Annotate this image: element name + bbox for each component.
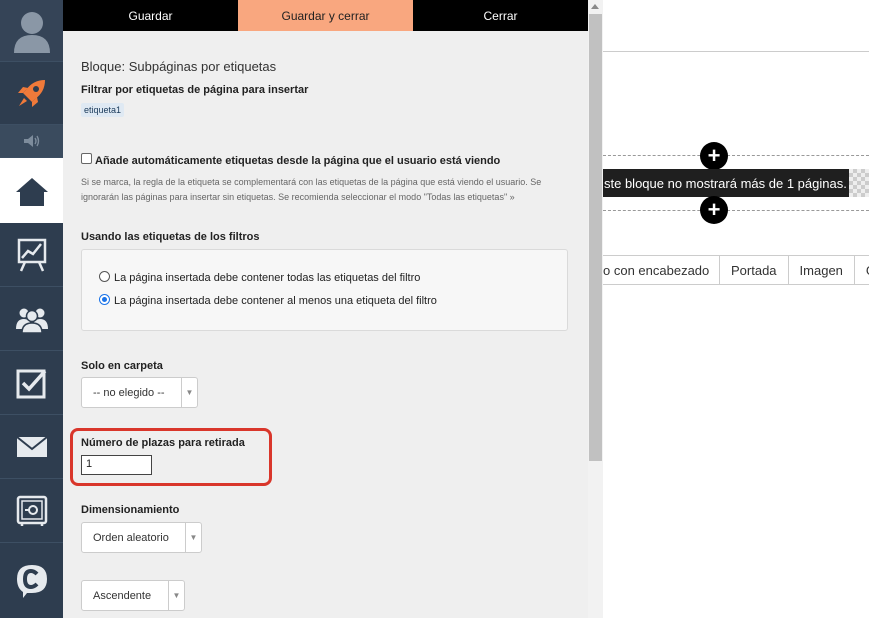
home-nav[interactable] — [0, 158, 63, 223]
chevron-down-icon: ▼ — [185, 523, 201, 552]
c-logo-icon — [16, 564, 47, 598]
tab-image[interactable]: Imagen — [787, 256, 854, 284]
order-select[interactable]: Orden aleatorio ▼ — [81, 522, 202, 553]
filters-mode-label: Usando las etiquetas de los filtros — [81, 231, 260, 243]
hint-line-1: Si se marca, la regla de la etiqueta se … — [81, 177, 542, 187]
places-label: Número de plazas para retirada — [81, 437, 245, 449]
folder-select[interactable]: -- no elegido -- ▼ — [81, 377, 198, 408]
close-button[interactable]: Cerrar — [413, 0, 588, 31]
speaker-nav[interactable] — [0, 125, 63, 158]
home-icon — [15, 177, 48, 206]
auto-tags-label[interactable]: Añade automáticamente etiquetas desde la… — [95, 155, 500, 167]
radio-all-tags-label[interactable]: La página insertada debe contener todas … — [114, 272, 420, 284]
transparency-pattern — [849, 169, 869, 197]
mail-icon — [15, 435, 48, 457]
direction-select-value: Ascendente — [93, 589, 152, 602]
sizing-label: Dimensionamiento — [81, 504, 180, 516]
tag-chip[interactable]: etiqueta1 — [81, 103, 125, 117]
avatar-icon — [13, 11, 50, 53]
icon-rail — [0, 0, 63, 618]
block-preview-message: ste bloque no mostrará más de 1 páginas. — [603, 169, 849, 197]
tab-text-with-header[interactable]: o con encabezado — [603, 256, 719, 284]
action-bar: Guardar Guardar y cerrar Cerrar — [63, 0, 588, 31]
tab-gallery[interactable]: G — [853, 256, 869, 284]
safe-nav[interactable] — [0, 479, 63, 543]
radio-all-tags[interactable] — [99, 271, 110, 282]
save-button[interactable]: Guardar — [63, 0, 238, 31]
block-title: Bloque: Subpáginas por etiquetas — [81, 59, 277, 74]
folder-select-value: -- no elegido -- — [93, 386, 165, 399]
tasks-nav[interactable] — [0, 351, 63, 415]
add-block-below-icon[interactable]: + — [700, 196, 728, 224]
brand-logo[interactable] — [0, 543, 63, 618]
direction-select[interactable]: Ascendente ▼ — [81, 580, 185, 611]
save-and-close-button[interactable]: Guardar y cerrar — [238, 0, 413, 31]
places-input[interactable]: 1 — [81, 455, 152, 475]
chart-icon — [17, 238, 46, 272]
preview-divider — [603, 51, 869, 52]
checkbox-icon — [16, 369, 46, 398]
rocket-nav[interactable] — [0, 62, 63, 125]
add-block-above-icon[interactable]: + — [700, 142, 728, 170]
block-top-boundary — [603, 155, 869, 156]
scroll-up-arrow-icon[interactable] — [591, 4, 599, 9]
people-nav[interactable] — [0, 287, 63, 351]
chevron-down-icon: ▼ — [181, 378, 197, 407]
chart-nav[interactable] — [0, 223, 63, 287]
safe-icon — [16, 495, 47, 526]
block-type-tabs: o con encabezado Portada Imagen G — [603, 255, 869, 285]
auto-tags-hint: Si se marca, la regla de la etiqueta se … — [81, 175, 561, 205]
scrollbar-thumb[interactable] — [589, 14, 602, 461]
tab-cover[interactable]: Portada — [719, 256, 788, 284]
people-icon — [15, 308, 48, 333]
radio-any-tag[interactable] — [99, 294, 110, 305]
folder-label: Solo en carpeta — [81, 360, 163, 372]
rocket-icon — [17, 80, 45, 107]
auto-tags-checkbox[interactable] — [81, 153, 92, 164]
radio-any-tag-label[interactable]: La página insertada debe contener al men… — [114, 295, 437, 307]
hint-line-2: ignorarán las páginas para insertar sin … — [81, 192, 515, 202]
order-select-value: Orden aleatorio — [93, 531, 169, 544]
mail-nav[interactable] — [0, 415, 63, 479]
speaker-icon — [23, 135, 39, 147]
chevron-down-icon: ▼ — [168, 581, 184, 610]
avatar[interactable] — [0, 0, 63, 62]
block-bottom-boundary — [603, 210, 869, 211]
filter-tags-label: Filtrar por etiquetas de página para ins… — [81, 84, 309, 96]
filters-mode-group — [81, 249, 568, 331]
